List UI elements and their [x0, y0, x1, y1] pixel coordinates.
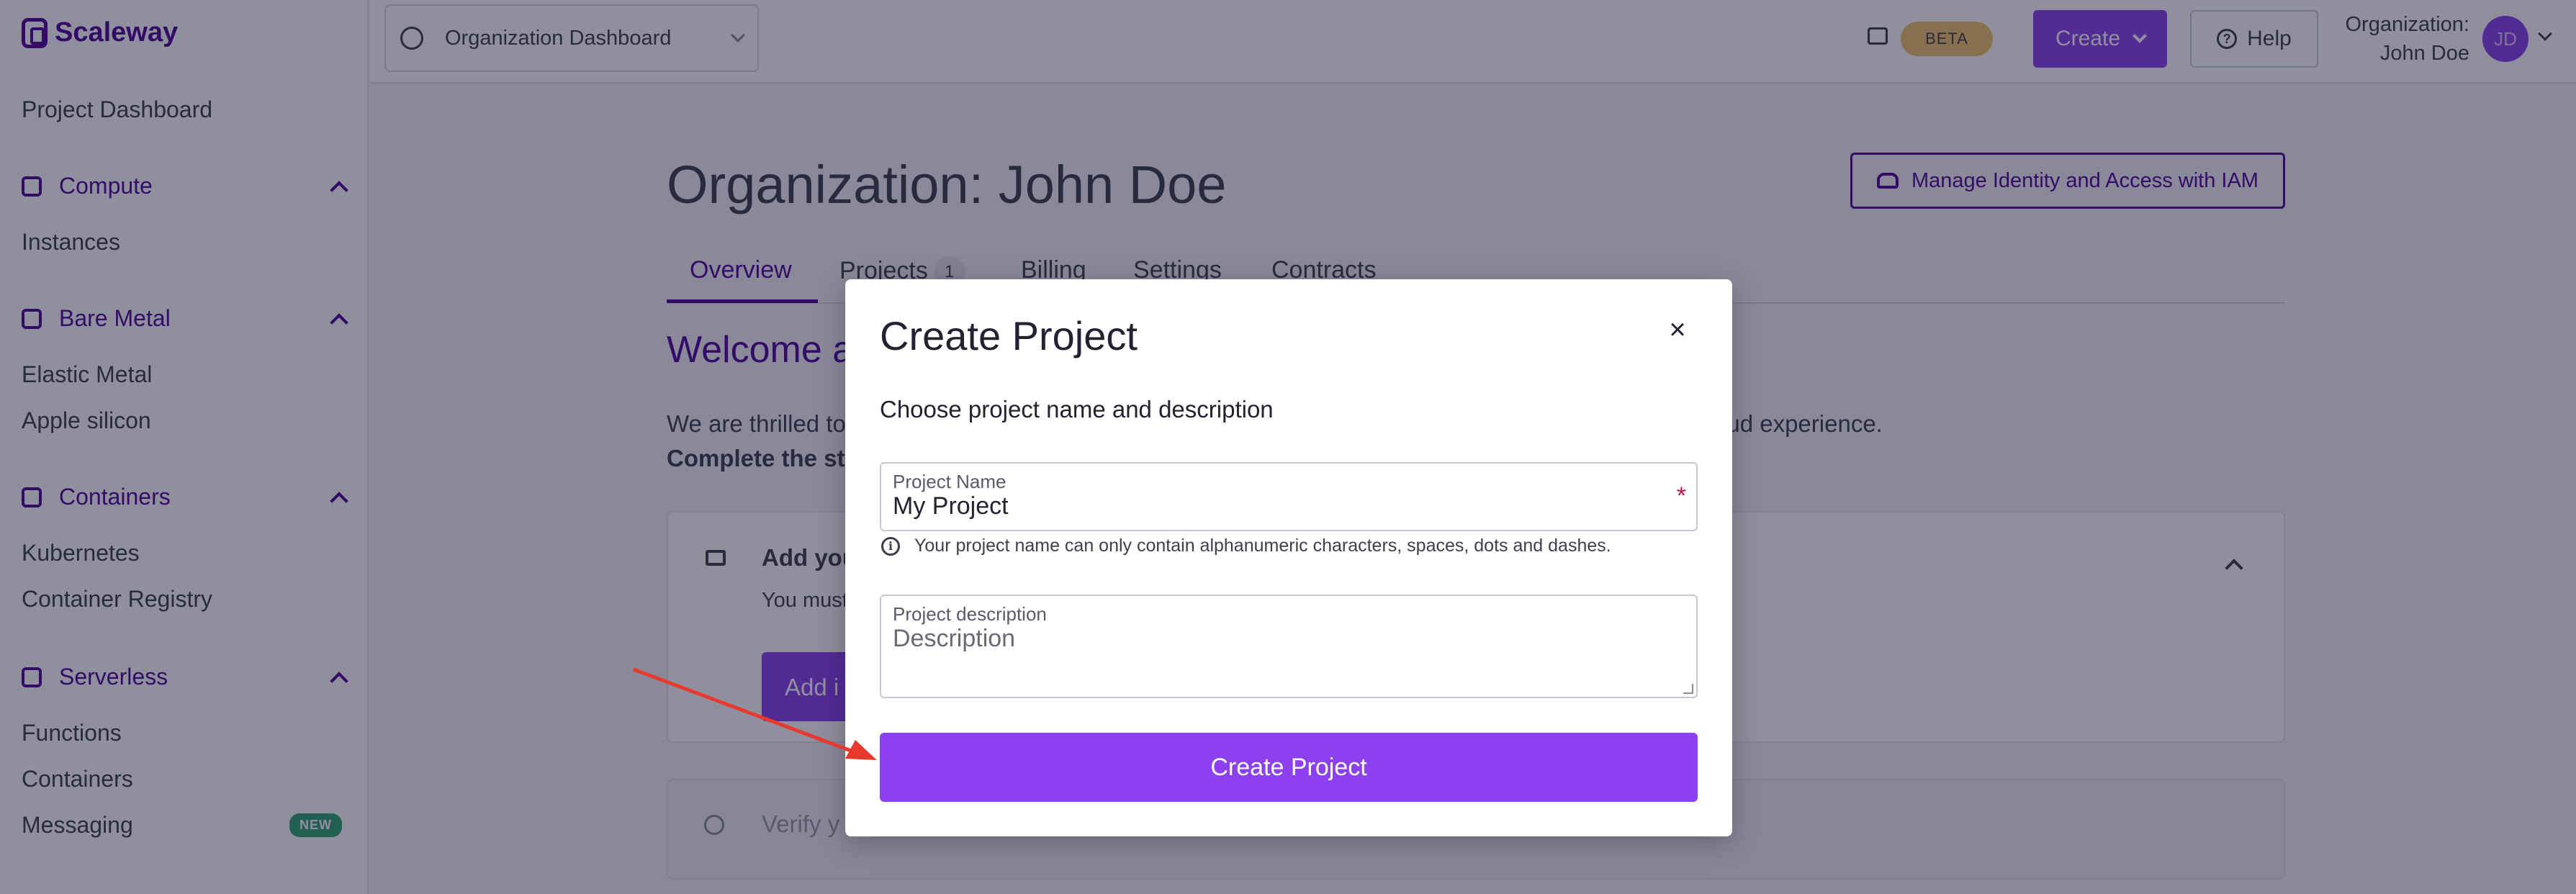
arrow-shaft: [633, 667, 857, 755]
modal-subtitle: Choose project name and description: [880, 396, 1274, 423]
arrow-head: [845, 740, 877, 760]
project-name-input[interactable]: [893, 492, 1656, 520]
modal-title: Create Project: [880, 313, 1138, 358]
project-name-label: Project Name: [893, 471, 1006, 492]
project-description-field[interactable]: Project description Description: [880, 595, 1698, 698]
create-project-modal: Create Project × Choose project name and…: [845, 279, 1732, 836]
info-icon: i: [881, 536, 900, 556]
project-name-field[interactable]: Project Name *: [880, 462, 1698, 531]
close-icon[interactable]: ×: [1662, 314, 1693, 346]
project-name-hint: i Your project name can only contain alp…: [881, 536, 1611, 556]
project-description-input[interactable]: Description: [893, 625, 1656, 653]
project-description-label: Project description: [893, 603, 1047, 625]
required-indicator: *: [1676, 482, 1686, 510]
annotation-arrow: [633, 667, 877, 760]
resize-handle[interactable]: [1683, 684, 1693, 694]
create-project-button[interactable]: Create Project: [880, 733, 1698, 802]
project-name-hint-text: Your project name can only contain alpha…: [914, 536, 1611, 556]
